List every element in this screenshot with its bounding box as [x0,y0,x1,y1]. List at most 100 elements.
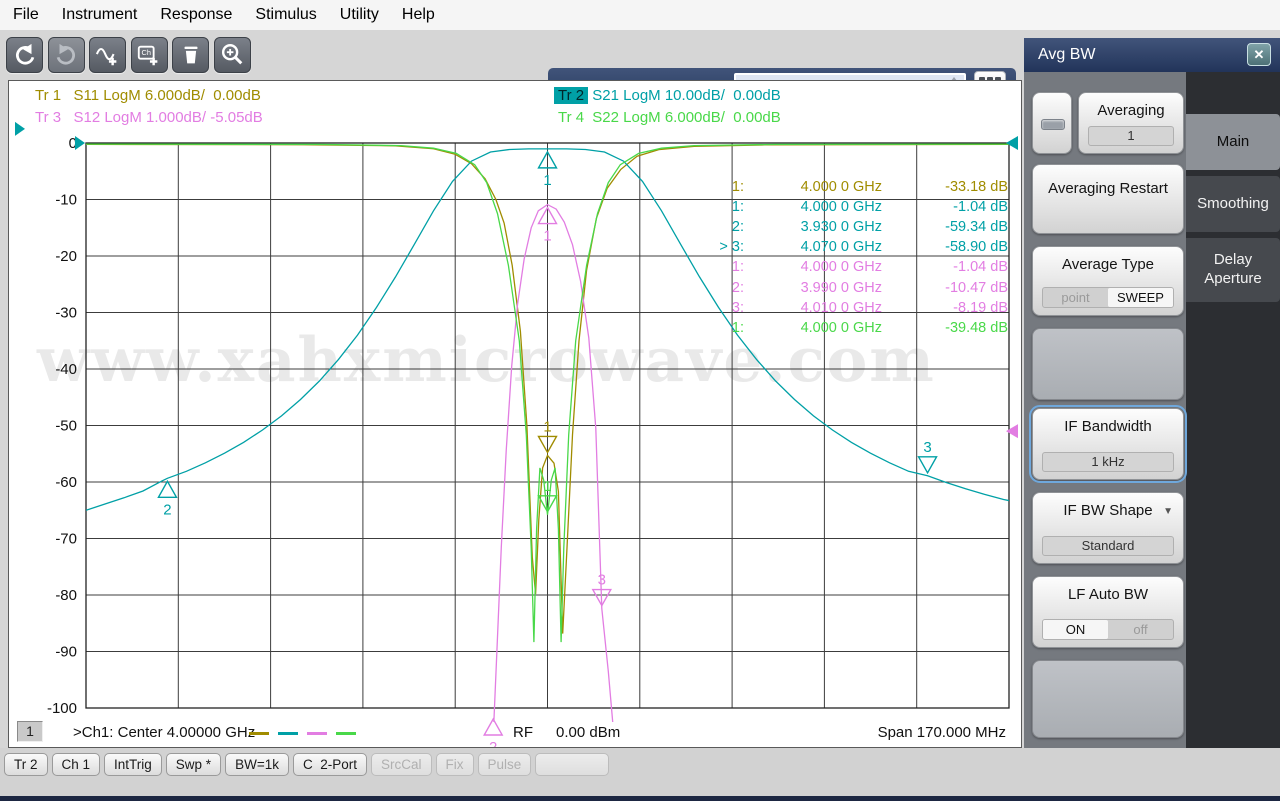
legend-dash-tr3 [307,732,327,735]
panel-title: Avg BW [1038,46,1096,64]
menu-item-instrument[interactable]: Instrument [59,4,141,26]
marker-number: 1 [543,418,551,435]
marker-number: 1 [543,172,551,189]
tab-smoothing[interactable]: Smoothing [1186,176,1280,232]
trace-label-tr3[interactable]: Tr 3 S12 LogM 1.000dB/ -5.05dB [31,109,263,126]
y-axis-label: -70 [55,531,77,548]
status-button-empty[interactable] [535,753,609,776]
average-type-button[interactable]: Average Type point SWEEP [1032,246,1184,316]
marker-number: 3 [598,572,606,589]
undo-icon[interactable] [6,37,43,73]
lf-auto-bw-button[interactable]: LF Auto BW ON off [1032,576,1184,648]
status-button-bw-1k[interactable]: BW=1k [225,753,289,776]
readout-row: > 3:4.070 0 GHz-58.90 dB [700,239,1008,255]
r-val: -59.34 dB [882,219,1008,235]
readout-row: 2:3.990 0 GHz-10.47 dB [700,280,1008,296]
legend-dash-tr2 [278,732,298,735]
trace-legend [249,732,356,735]
legend-dash-tr4 [336,732,356,735]
trace-curve-tr3 [488,205,619,748]
status-button-tr-2[interactable]: Tr 2 [4,753,48,776]
channel-badge[interactable]: 1 [17,721,43,742]
if-bandwidth-value: 1 kHz [1042,452,1174,472]
r-freq: 3.990 0 GHz [744,280,882,296]
status-button-ch-1[interactable]: Ch 1 [52,753,101,776]
key-label: Averaging [1079,102,1183,121]
r-val: -8.19 dB [882,300,1008,316]
trace-id[interactable]: Tr 1 [31,87,65,104]
add-channel-icon[interactable]: Ch [131,37,168,73]
lf-auto-bw-toggle[interactable]: ON off [1042,619,1174,640]
menu-item-utility[interactable]: Utility [337,4,382,26]
status-button-inttrig[interactable]: IntTrig [104,753,162,776]
r-val: -58.90 dB [882,239,1008,255]
trace-id[interactable]: Tr 4 [554,109,588,126]
r-num: > 3: [700,239,744,255]
status-button-fix[interactable]: Fix [436,753,474,776]
ref-level-indicator[interactable] [75,136,85,150]
trace-format: S12 LogM 1.000dB/ -5.05dB [73,109,262,126]
r-num: 3: [700,300,744,316]
y-axis-label: -80 [55,587,77,604]
trace-label-tr2[interactable]: Tr 2 S21 LogM 10.00dB/ 0.00dB [554,87,781,104]
if-bandwidth-button[interactable]: IF Bandwidth 1 kHz [1032,408,1184,480]
menu-item-help[interactable]: Help [399,4,438,26]
r-freq: 4.000 0 GHz [744,320,882,336]
averaging-restart-button[interactable]: Averaging Restart [1032,164,1184,234]
y-axis-label: -10 [55,192,77,209]
tab-delay-aperture[interactable]: Delay Aperture [1186,238,1280,302]
option-sweep[interactable]: SWEEP [1108,288,1173,307]
add-trace-icon[interactable] [89,37,126,73]
channel-stimulus-text: >Ch1: Center 4.00000 GHz [73,724,255,741]
y-axis-label: -20 [55,248,77,265]
close-icon[interactable]: ✕ [1247,43,1271,66]
r-num: 1: [700,259,744,275]
trace-id[interactable]: Tr 2 [554,87,588,104]
span-value: Span 170.000 MHz [878,724,1006,741]
r-val: -33.18 dB [882,179,1008,195]
status-button-swp-[interactable]: Swp * [166,753,221,776]
avg-bw-panel: Avg BW ✕ Main Smoothing Delay Aperture A… [1024,38,1280,748]
status-button-c-2-port[interactable]: C 2-Port [293,753,367,776]
trace-format: S11 LogM 6.000dB/ 0.00dB [73,87,260,104]
redo-icon [48,37,85,73]
trace-label-tr4[interactable]: Tr 4 S22 LogM 6.000dB/ 0.00dB [554,109,781,126]
r-val: -1.04 dB [882,259,1008,275]
r-freq: 4.010 0 GHz [744,300,882,316]
r-val: -1.04 dB [882,199,1008,215]
readout-row: 3:4.010 0 GHz-8.19 dB [700,300,1008,316]
averaging-enable-button[interactable] [1032,92,1072,154]
led-indicator [1041,119,1065,130]
status-button-srccal[interactable]: SrcCal [371,753,432,776]
menu-item-response[interactable]: Response [157,4,235,26]
tab-column: Main Smoothing Delay Aperture [1186,72,1280,748]
zoom-icon[interactable] [214,37,251,73]
menu-item-file[interactable]: File [10,4,42,26]
r-freq: 3.930 0 GHz [744,219,882,235]
delete-icon[interactable] [172,37,209,73]
readout-row: 1:4.000 0 GHz-1.04 dB [700,199,1008,215]
option-point[interactable]: point [1043,288,1108,307]
averaging-button[interactable]: Averaging 1 [1078,92,1184,154]
option-on[interactable]: ON [1043,620,1108,639]
r-num: 2: [700,280,744,296]
ref-level-indicator[interactable] [1006,424,1018,438]
tab-main[interactable]: Main [1186,114,1280,170]
menu-item-stimulus[interactable]: Stimulus [252,4,319,26]
ref-level-indicator[interactable] [1006,136,1018,150]
y-axis-label: -60 [55,474,77,491]
averaging-count-value: 1 [1088,126,1174,146]
option-off[interactable]: off [1108,620,1173,639]
trace-id[interactable]: Tr 3 [31,109,65,126]
status-button-pulse[interactable]: Pulse [478,753,532,776]
y-axis-label: -90 [55,644,77,661]
plot-panel: www.xahxmicrowave.com 0-10-20-30-40-50-6… [8,80,1022,748]
marker-tr2-2[interactable]: 2 [158,481,176,518]
marker-tr2-3[interactable]: 3 [919,439,937,473]
ref-level-indicator[interactable] [15,122,25,136]
marker-number: 1 [543,478,551,495]
if-bw-shape-button[interactable]: IF BW Shape ▼ Standard [1032,492,1184,564]
average-type-toggle[interactable]: point SWEEP [1042,287,1174,308]
y-axis-label: -40 [55,361,77,378]
trace-label-tr1[interactable]: Tr 1 S11 LogM 6.000dB/ 0.00dB [31,87,261,104]
